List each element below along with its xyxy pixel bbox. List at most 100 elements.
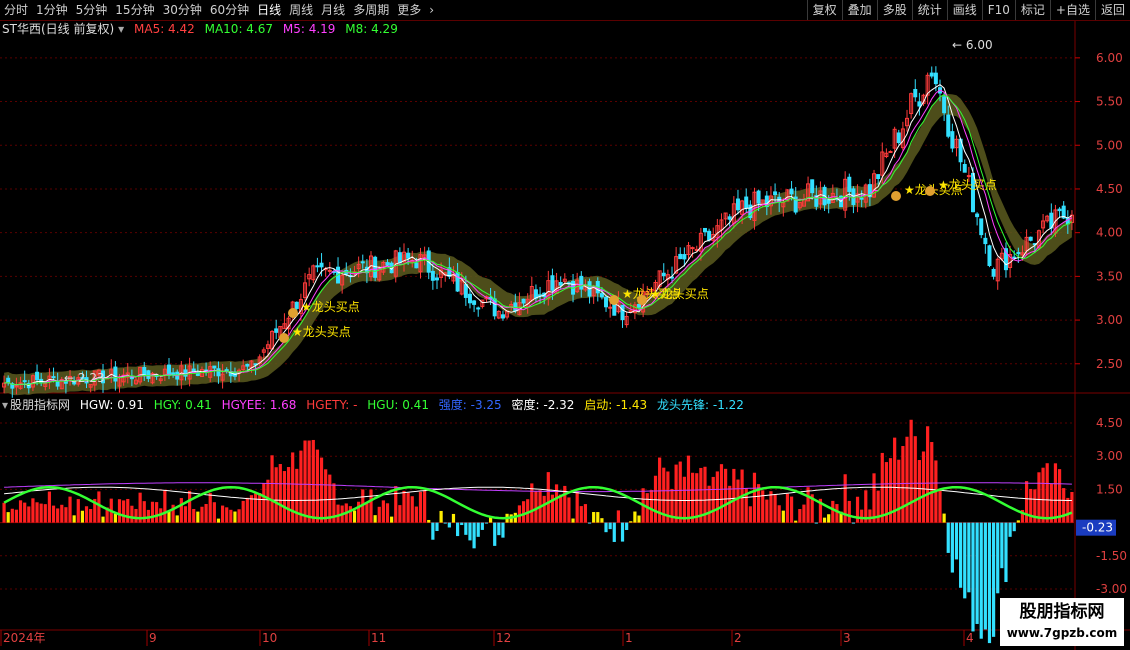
indicator-bar [117,499,122,523]
x-tick-label: 9 [149,631,157,645]
candle-body [550,275,555,291]
indicator-bar [901,446,905,523]
candle-body [612,304,617,316]
indicator-bar [225,507,229,523]
indicator-bar [794,520,798,523]
indicator-bar [266,479,270,523]
indicator-bar [880,452,884,523]
indicator-bar [996,522,1000,594]
candle-body [876,174,881,179]
ind-tick: 1.50 [1096,482,1123,496]
indicator-bar [715,471,719,523]
indicator-bar [134,508,138,523]
indicator-bar [423,490,427,523]
indicator-bar [913,436,917,523]
indicator-bar [101,516,105,523]
indicator-bar [575,491,579,523]
candle-body [414,262,419,269]
candle-body [216,368,221,377]
indicator-bar [480,522,484,530]
indicator-bar [592,512,596,523]
candle-body [789,188,794,195]
indicator-bar [831,500,835,523]
indicator-bar [587,522,592,524]
watermark-url: www.7gpzb.com [1006,626,1118,640]
indicator-bar [258,493,262,523]
indicator-bar [43,504,47,523]
indicator-bar [315,449,320,523]
candle-body [678,253,683,260]
indicator-bar [897,459,901,523]
indicator-bar [748,506,752,523]
indicator-bar [229,509,233,523]
indicator-bar [89,508,93,523]
indicator-bar [567,497,571,523]
candle-body [847,176,852,192]
indicator-bar [851,522,856,524]
candle-body [859,197,864,200]
indicator-bar [963,522,967,599]
indicator-bar [785,493,790,523]
indicator-bar [23,502,27,523]
indicator-bar [84,506,89,523]
indicator-bar [126,498,130,523]
indicator-bar [1029,488,1033,523]
indicator-bar [798,509,802,523]
candle-body [434,277,439,281]
money-bag-icon [637,295,647,305]
indicator-bar [777,505,781,523]
indicator-bar [188,490,192,523]
candle-body [637,303,642,308]
x-tick-label: 2024年 [3,631,46,645]
indicator-bar [1066,497,1070,523]
indicator-bar [196,511,200,523]
indicator-bar [27,506,31,523]
indicator-bar [369,489,373,523]
candle-body [35,371,40,381]
candle-body [558,281,563,286]
indicator-bar [464,522,468,535]
indicator-bar [765,499,769,523]
price-tick: 5.50 [1096,95,1123,109]
candle-body [294,301,299,309]
indicator-bar [971,522,975,632]
indicator-bar [1045,463,1049,523]
candle-body [463,284,468,298]
candle-body [946,114,951,137]
candle-body [467,293,472,304]
indicator-bar [905,436,909,523]
chart-canvas[interactable]: ← 6.00← 2.23★龙头买点★龙头买点★龙头买点★龙头买点★龙头买点★龙头… [0,0,1130,650]
indicator-bar [64,507,68,523]
indicator-bar [921,451,926,523]
indicator-bar [414,506,418,523]
candle-body [579,275,584,290]
indicator-bar [616,510,620,523]
indicator-bar [983,522,987,630]
indicator-bar [286,467,291,523]
candle-body [6,377,11,383]
candle-body [113,366,118,382]
indicator-bar [245,497,249,523]
indicator-bar [761,490,765,523]
buy-point-label: ★龙头买点 [938,178,997,192]
price-band [4,93,1072,396]
indicator-bar [122,500,126,523]
indicator-bar [752,472,757,523]
indicator-bar [410,496,414,523]
indicator-bar [278,464,282,523]
indicator-bar [1008,522,1012,537]
x-tick-label: 3 [843,631,851,645]
indicator-bar [451,513,456,523]
candle-body [702,227,707,233]
indicator-bar [769,491,773,523]
candle-body [727,216,732,220]
candle-body [315,265,320,268]
indicator-bar [620,522,625,542]
indicator-bar [1024,481,1029,523]
price-tick: 4.00 [1096,226,1123,240]
indicator-bar [51,505,56,523]
indicator-bar [237,509,241,523]
indicator-bar [460,522,464,526]
indicator-bar [950,522,954,573]
candle-body [929,72,934,77]
